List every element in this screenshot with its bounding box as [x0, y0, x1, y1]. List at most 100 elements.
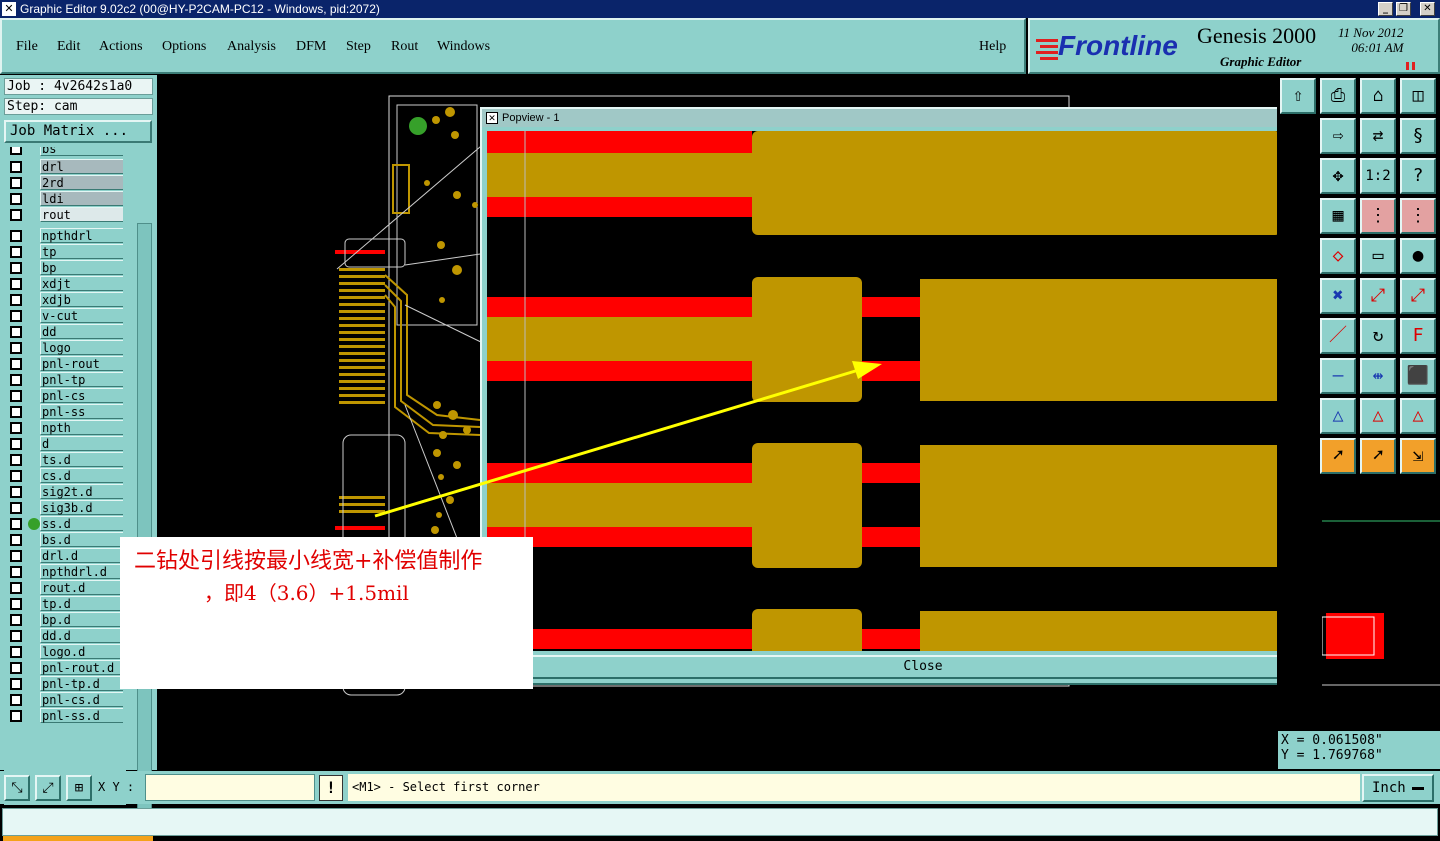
menu-options[interactable]: Options [162, 39, 206, 55]
layer-row[interactable]: ss.d [4, 516, 126, 532]
layer-checkbox[interactable] [10, 710, 22, 722]
layer-row[interactable]: ts.d [4, 452, 126, 468]
pan-right-icon[interactable]: ⇨ [1320, 118, 1356, 154]
menu-help[interactable]: Help [979, 39, 1006, 55]
layer-checkbox[interactable] [10, 534, 22, 546]
layer-name[interactable]: ts.d [40, 452, 123, 467]
layer-row[interactable]: xdjb [4, 292, 126, 308]
menu-windows[interactable]: Windows [437, 39, 490, 55]
layer-row[interactable]: logo.d [4, 644, 126, 660]
layer-row[interactable]: rout [4, 207, 126, 223]
select-alt-icon[interactable]: ➚ [1360, 438, 1396, 474]
scale-1-2-icon[interactable]: 1:2 [1360, 158, 1396, 194]
layer-checkbox[interactable] [10, 230, 22, 242]
layer-row[interactable]: pnl-rout [4, 356, 126, 372]
line-pt-alt-icon[interactable]: ⤢ [1400, 278, 1436, 314]
layer-checkbox[interactable] [10, 262, 22, 274]
layer-checkbox[interactable] [10, 342, 22, 354]
layer-checkbox[interactable] [10, 454, 22, 466]
layer-checkbox[interactable] [10, 550, 22, 562]
select-icon[interactable]: ➚ [1320, 438, 1356, 474]
layer-checkbox[interactable] [10, 209, 22, 221]
menu-rout[interactable]: Rout [391, 39, 418, 55]
layer-checkbox[interactable] [10, 161, 22, 173]
layer-name[interactable]: drl [40, 159, 123, 174]
layer-checkbox[interactable] [10, 246, 22, 258]
layer-checkbox[interactable] [10, 278, 22, 290]
layer-checkbox[interactable] [10, 694, 22, 706]
layer-name[interactable]: logo [40, 340, 123, 355]
layer-row[interactable]: sig3b.d [4, 500, 126, 516]
menu-file[interactable]: File [16, 39, 38, 55]
layer-checkbox[interactable] [10, 486, 22, 498]
layer-name[interactable]: xdjt [40, 276, 123, 291]
layer-checkbox[interactable] [10, 502, 22, 514]
restore-button[interactable]: ❐ [1396, 2, 1411, 16]
layer-row[interactable]: rout.d [4, 580, 126, 596]
layer-name[interactable]: ldi [40, 191, 123, 206]
grid-snap-icon[interactable]: ⊞ [66, 775, 92, 801]
layer-checkbox[interactable] [10, 438, 22, 450]
layer-row[interactable]: npth [4, 420, 126, 436]
layer-checkbox[interactable] [10, 566, 22, 578]
layer-name[interactable]: bs.d [40, 532, 123, 547]
layer-row[interactable]: d [4, 436, 126, 452]
layer-checkbox[interactable] [10, 598, 22, 610]
layer-checkbox[interactable] [10, 294, 22, 306]
layer-checkbox[interactable] [10, 518, 22, 530]
layer-checkbox[interactable] [10, 310, 22, 322]
layer-row[interactable]: dd.d [4, 628, 126, 644]
layer-row[interactable]: pnl-tp.d [4, 676, 126, 692]
layer-row[interactable]: drl.d [4, 548, 126, 564]
dimension-icon[interactable]: ⇹ [1360, 358, 1396, 394]
layer-name[interactable]: logo.d [40, 644, 123, 659]
layer-name[interactable]: sig3b.d [40, 500, 123, 515]
layer-row[interactable]: pnl-rout.d [4, 660, 126, 676]
layer-name[interactable]: xdjb [40, 292, 123, 307]
line-icon[interactable]: ／ [1320, 318, 1356, 354]
menu-dfm[interactable]: DFM [296, 39, 326, 55]
layer-name[interactable]: pnl-ss [40, 404, 123, 419]
save-view-icon[interactable]: ⎙ [1320, 78, 1356, 114]
shapes-icon[interactable]: ⬛ [1400, 358, 1436, 394]
cross-icon[interactable]: ✖ [1320, 278, 1356, 314]
layer-row[interactable]: npthdrl [4, 228, 126, 244]
window-split-icon[interactable]: ◫ [1400, 78, 1436, 114]
layer-checkbox[interactable] [10, 390, 22, 402]
layer-row[interactable]: 2rd [4, 175, 126, 191]
polygon-cross-icon[interactable]: △ [1400, 398, 1436, 434]
units-select[interactable]: Inch [1362, 774, 1434, 802]
layer-checkbox[interactable] [10, 422, 22, 434]
layer-name[interactable]: pnl-cs.d [40, 692, 123, 707]
swap-view-icon[interactable]: ⇄ [1360, 118, 1396, 154]
snap-alt-icon[interactable]: ⋮ [1400, 198, 1436, 234]
layer-name[interactable]: tp [40, 244, 123, 259]
layer-name[interactable]: ss.d [40, 516, 123, 531]
layer-checkbox[interactable] [10, 582, 22, 594]
route-icon[interactable]: ⇲ [1400, 438, 1436, 474]
popview-canvas[interactable] [487, 131, 1281, 651]
layer-checkbox[interactable] [10, 326, 22, 338]
zoom-area-icon[interactable]: ⤢ [35, 775, 61, 801]
layer-row[interactable]: bp.d [4, 612, 126, 628]
layer-name[interactable]: npthdrl.d [40, 564, 123, 579]
layer-row[interactable]: xdjt [4, 276, 126, 292]
layer-name[interactable]: v-cut [40, 308, 123, 323]
layer-row[interactable]: pnl-ss.d [4, 708, 126, 724]
layer-checkbox[interactable] [10, 630, 22, 642]
layer-checkbox[interactable] [10, 358, 22, 370]
line-pt-icon[interactable]: ⤢ [1360, 278, 1396, 314]
arc-icon[interactable]: ↻ [1360, 318, 1396, 354]
layer-name[interactable]: pnl-cs [40, 388, 123, 403]
layer-checkbox[interactable] [10, 406, 22, 418]
layer-checkbox[interactable] [10, 662, 22, 674]
layer-row[interactable]: pnl-tp [4, 372, 126, 388]
layer-checkbox[interactable] [10, 678, 22, 690]
layer-name[interactable]: dd [40, 324, 123, 339]
layer-name[interactable]: pnl-rout [40, 356, 123, 371]
job-matrix-button[interactable]: Job Matrix ... [4, 120, 152, 143]
layer-row[interactable]: drl [4, 159, 126, 175]
layer-name[interactable]: cs.d [40, 468, 123, 483]
layer-row[interactable]: v-cut [4, 308, 126, 324]
menu-actions[interactable]: Actions [99, 39, 143, 55]
